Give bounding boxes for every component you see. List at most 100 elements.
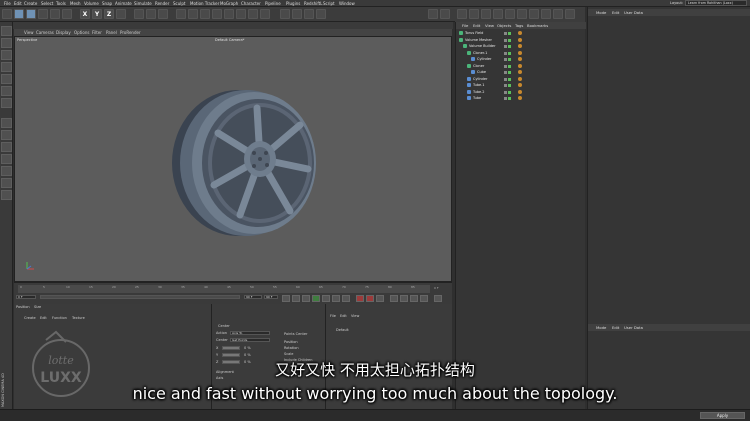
center-checkbox-label[interactable]: Center bbox=[218, 324, 230, 328]
move-icon[interactable] bbox=[26, 9, 36, 19]
vp-menu-prorender[interactable]: ProRender bbox=[120, 30, 141, 35]
keyframe-selection-icon[interactable] bbox=[376, 295, 384, 302]
prev-frame-icon[interactable] bbox=[302, 295, 310, 302]
menu-animate[interactable]: Animate bbox=[115, 1, 132, 6]
om-menu-bookmarks[interactable]: Bookmarks bbox=[527, 23, 548, 28]
rotate-icon[interactable] bbox=[50, 9, 60, 19]
start-frame-field[interactable]: 0 F bbox=[16, 295, 36, 299]
object-row[interactable]: Torus Field bbox=[456, 30, 586, 36]
object-name[interactable]: Volume Builder bbox=[469, 43, 496, 49]
visibility-flags[interactable] bbox=[504, 90, 515, 94]
sculpt-icon[interactable] bbox=[1, 178, 12, 188]
am2-menu-edit[interactable]: Edit bbox=[612, 325, 619, 330]
manager-icon-5[interactable] bbox=[505, 9, 515, 19]
vp-menu-cameras[interactable]: Cameras bbox=[36, 30, 54, 35]
tag-icon[interactable] bbox=[518, 50, 522, 55]
object-name[interactable]: Tube.2 bbox=[473, 89, 485, 95]
solo-icon[interactable] bbox=[1, 154, 12, 164]
menu-snap[interactable]: Snap bbox=[102, 1, 112, 6]
manager-icon-9[interactable] bbox=[553, 9, 563, 19]
object-row[interactable]: Tube bbox=[456, 95, 586, 101]
timeline-menu-icon[interactable] bbox=[434, 295, 442, 302]
vp-menu-filter[interactable]: Filter bbox=[92, 30, 102, 35]
action-select[interactable]: Axis To bbox=[230, 331, 270, 335]
tag-icon[interactable] bbox=[518, 76, 522, 81]
menu-create[interactable]: Create bbox=[24, 1, 37, 6]
texture-mode-icon[interactable] bbox=[1, 50, 12, 60]
manager-icon-6[interactable] bbox=[517, 9, 527, 19]
am-menu-mode[interactable]: Mode bbox=[596, 10, 606, 15]
timeline-ruler[interactable]: 0 5 10 15 20 25 30 35 40 45 50 55 60 65 … bbox=[18, 285, 430, 293]
render-picture-viewer-icon[interactable] bbox=[146, 9, 156, 19]
menu-edit[interactable]: Edit bbox=[14, 1, 22, 6]
object-name[interactable]: Cloner.1 bbox=[473, 50, 487, 56]
menu-redshift[interactable]: RedshiftL bbox=[304, 1, 322, 6]
undo-icon[interactable] bbox=[2, 9, 12, 19]
python-icon[interactable] bbox=[280, 9, 290, 19]
tag-icon[interactable] bbox=[518, 44, 522, 48]
tag-icon[interactable] bbox=[518, 63, 522, 68]
visibility-flags[interactable] bbox=[504, 83, 515, 87]
next-key-icon[interactable] bbox=[332, 295, 340, 302]
position-check[interactable]: Position bbox=[284, 340, 298, 344]
menu-plugins[interactable]: Plugins bbox=[286, 1, 300, 6]
end-frame-field[interactable]: 90 F bbox=[244, 295, 262, 299]
scale-icon[interactable] bbox=[38, 9, 48, 19]
object-name[interactable]: Torus Field bbox=[465, 30, 483, 36]
am-menu-user-data[interactable]: User Data bbox=[624, 10, 643, 15]
menu-mograph[interactable]: MoGraph bbox=[220, 1, 238, 6]
om-menu-file[interactable]: File bbox=[462, 23, 468, 28]
menu-character[interactable]: Character bbox=[241, 1, 261, 6]
model-mode-icon[interactable] bbox=[1, 38, 12, 48]
visibility-flags[interactable] bbox=[504, 96, 515, 100]
tag-icon[interactable] bbox=[518, 70, 522, 74]
key-position-icon[interactable] bbox=[390, 295, 398, 302]
om-menu-objects[interactable]: Objects bbox=[497, 23, 511, 28]
x-slider[interactable] bbox=[222, 346, 240, 350]
object-name[interactable]: Tube bbox=[473, 95, 481, 101]
layer-menu-view[interactable]: View bbox=[351, 314, 359, 318]
floor-icon[interactable] bbox=[236, 9, 246, 19]
points-center-check[interactable]: Points Center bbox=[284, 332, 307, 336]
lock-icon[interactable] bbox=[1, 166, 12, 176]
visibility-flags[interactable] bbox=[504, 64, 515, 68]
layout-icon[interactable] bbox=[316, 9, 326, 19]
render-settings-icon[interactable] bbox=[158, 9, 168, 19]
key-rotation-icon[interactable] bbox=[410, 295, 418, 302]
record-icon[interactable] bbox=[356, 295, 364, 302]
om-menu-tags[interactable]: Tags bbox=[515, 23, 523, 28]
manager-icon-4[interactable] bbox=[493, 9, 503, 19]
object-name[interactable]: Cylinder bbox=[477, 56, 492, 62]
object-row[interactable]: Volume Mesher bbox=[456, 37, 586, 43]
vp-menu-display[interactable]: Display bbox=[56, 30, 71, 35]
menu-volume[interactable]: Volume bbox=[84, 1, 99, 6]
redshift-icon[interactable] bbox=[292, 9, 302, 19]
rotation-check[interactable]: Rotation bbox=[284, 346, 299, 350]
object-name[interactable]: Cloner bbox=[473, 63, 484, 69]
render-view-icon[interactable] bbox=[134, 9, 144, 19]
snap-icon[interactable] bbox=[1, 142, 12, 152]
tag-icon[interactable] bbox=[518, 37, 522, 42]
tab-function[interactable]: Function bbox=[52, 316, 67, 320]
z-axis-lock[interactable]: Z bbox=[104, 9, 114, 19]
object-row[interactable]: Cloner bbox=[456, 63, 586, 69]
am2-menu-user-data[interactable]: User Data bbox=[624, 325, 643, 330]
polygon-mode-icon[interactable] bbox=[1, 98, 12, 108]
am2-menu-mode[interactable]: Mode bbox=[596, 325, 606, 330]
go-end-icon[interactable] bbox=[342, 295, 350, 302]
make-editable-icon[interactable] bbox=[1, 26, 12, 36]
nav-forward-icon[interactable] bbox=[440, 9, 450, 19]
visibility-flags[interactable] bbox=[504, 57, 515, 61]
manager-icon-7[interactable] bbox=[529, 9, 539, 19]
y-axis-lock[interactable]: Y bbox=[92, 9, 102, 19]
manager-icon-2[interactable] bbox=[469, 9, 479, 19]
visibility-flags[interactable] bbox=[504, 70, 515, 74]
prev-key-icon[interactable] bbox=[292, 295, 300, 302]
point-mode-icon[interactable] bbox=[1, 74, 12, 84]
play-icon[interactable] bbox=[312, 295, 320, 302]
visibility-flags[interactable] bbox=[504, 31, 515, 35]
object-row[interactable]: Tube.2 bbox=[456, 89, 586, 95]
visibility-flags[interactable] bbox=[504, 38, 515, 42]
tab-texture[interactable]: Texture bbox=[72, 316, 85, 320]
tab-create[interactable]: Create bbox=[24, 316, 36, 320]
